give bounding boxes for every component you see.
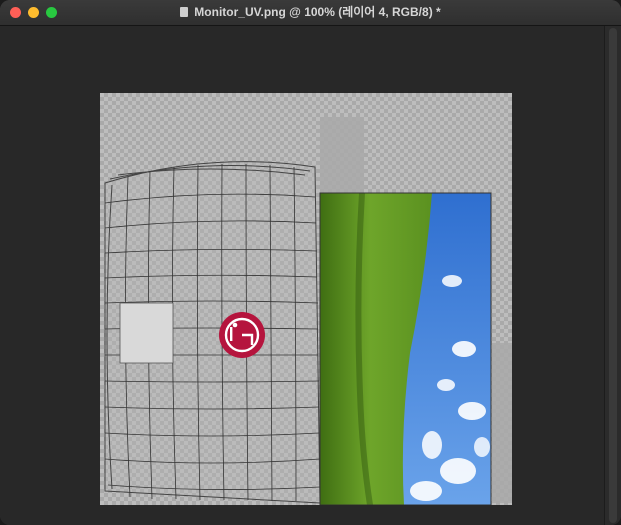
uv-texture-art [104,117,512,505]
window-title-text: Monitor_UV.png @ 100% (레이어 4, RGB/8) * [194,5,441,19]
photoshop-document-window: Monitor_UV.png @ 100% (레이어 4, RGB/8) * [0,0,621,525]
window-title: Monitor_UV.png @ 100% (레이어 4, RGB/8) * [0,0,621,25]
scrollbar-thumb[interactable] [609,28,617,523]
uv-strip-top [320,117,364,197]
document-icon [180,7,189,17]
uv-light-patch [119,302,174,364]
wallpaper-image [319,192,492,505]
vertical-scrollbar[interactable] [604,26,621,525]
uv-strip-right [492,343,512,503]
title-bar[interactable]: Monitor_UV.png @ 100% (레이어 4, RGB/8) * [0,0,621,26]
lg-logo [219,312,265,358]
document-canvas[interactable] [100,93,512,505]
